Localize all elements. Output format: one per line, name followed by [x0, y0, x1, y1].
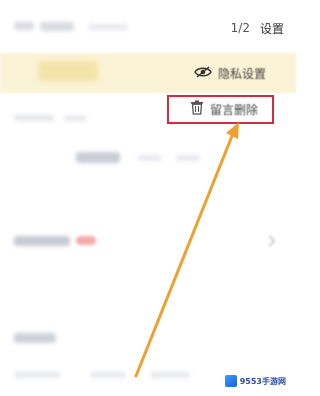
pointer-arrow — [134, 122, 239, 378]
watermark-text: 9553手游网 — [239, 376, 286, 386]
watermark-logo-icon — [224, 375, 237, 387]
watermark: 9553手游网 — [220, 372, 290, 390]
